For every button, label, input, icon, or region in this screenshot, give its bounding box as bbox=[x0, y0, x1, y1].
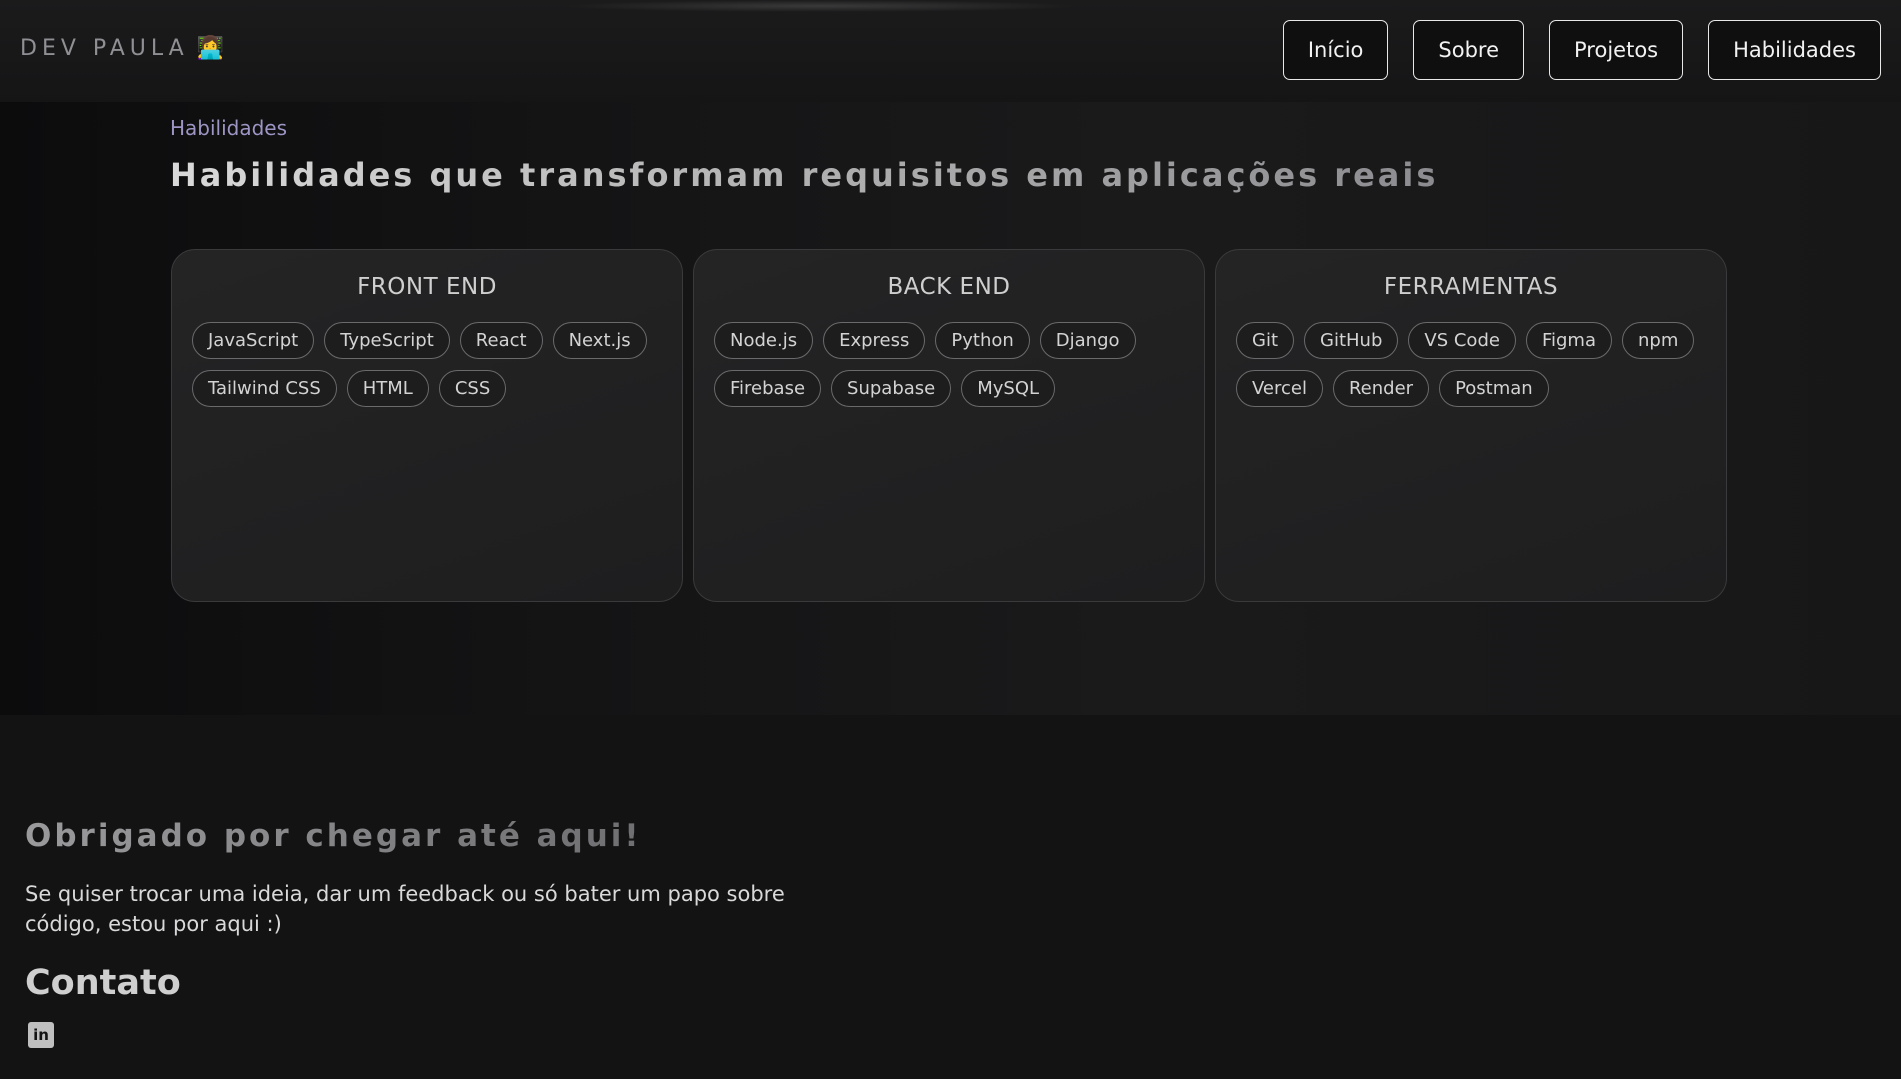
skill-tag: Express bbox=[823, 322, 926, 359]
header: DEV PAULA 👩‍💻 Início Sobre Projetos Habi… bbox=[0, 0, 1901, 102]
skill-tag: Supabase bbox=[831, 370, 952, 407]
skill-tag: TypeScript bbox=[324, 322, 450, 359]
skill-tag: Tailwind CSS bbox=[192, 370, 337, 407]
skill-tag: Firebase bbox=[714, 370, 822, 407]
skill-tag: Figma bbox=[1525, 322, 1612, 359]
skill-tag: JavaScript bbox=[192, 322, 315, 359]
skill-card-ferramentas: FERRAMENTAS Git GitHub VS Code Figma npm… bbox=[1215, 249, 1727, 602]
skill-card-back-end: BACK END Node.js Express Python Django F… bbox=[693, 249, 1205, 602]
tag-list: Node.js Express Python Django Firebase S… bbox=[714, 322, 1184, 407]
developer-emoji-icon: 👩‍💻 bbox=[196, 36, 225, 61]
skill-tag: VS Code bbox=[1408, 322, 1516, 359]
skill-tag: Django bbox=[1039, 322, 1136, 359]
section-label: Habilidades bbox=[170, 116, 288, 140]
tag-list: JavaScript TypeScript React Next.js Tail… bbox=[192, 322, 662, 407]
skill-tag: Render bbox=[1332, 370, 1430, 407]
linkedin-icon[interactable]: in bbox=[28, 1022, 54, 1048]
nav-sobre-button[interactable]: Sobre bbox=[1413, 20, 1525, 80]
skill-tag: HTML bbox=[346, 370, 429, 407]
footer: Obrigado por chegar até aqui! Se quiser … bbox=[0, 715, 1901, 1079]
skill-tag: Vercel bbox=[1236, 370, 1323, 407]
main-nav: Início Sobre Projetos Habilidades bbox=[1282, 20, 1881, 80]
contact-title: Contato bbox=[25, 963, 181, 1003]
nav-habilidades-button[interactable]: Habilidades bbox=[1708, 20, 1881, 80]
card-title: FRONT END bbox=[357, 274, 497, 300]
skill-tag: Next.js bbox=[552, 322, 647, 359]
skill-tag: CSS bbox=[438, 370, 507, 407]
tag-list: Git GitHub VS Code Figma npm Vercel Rend… bbox=[1236, 322, 1706, 407]
card-title: BACK END bbox=[887, 274, 1011, 300]
section-title: Habilidades que transformam requisitos e… bbox=[170, 156, 1439, 194]
brand-name: DEV PAULA bbox=[20, 36, 189, 61]
skill-tag: npm bbox=[1622, 322, 1695, 359]
footer-text: Se quiser trocar uma ideia, dar um feedb… bbox=[25, 882, 785, 936]
skill-tag: Postman bbox=[1439, 370, 1549, 407]
skill-tag: Python bbox=[935, 322, 1030, 359]
skill-tag: MySQL bbox=[961, 370, 1056, 407]
brand-logo[interactable]: DEV PAULA 👩‍💻 bbox=[20, 36, 224, 61]
skill-tag: Node.js bbox=[714, 322, 814, 359]
nav-projetos-button[interactable]: Projetos bbox=[1549, 20, 1684, 80]
card-title: FERRAMENTAS bbox=[1383, 274, 1559, 300]
footer-title: Obrigado por chegar até aqui! bbox=[25, 818, 642, 854]
skill-tag: Git bbox=[1236, 322, 1295, 359]
header-glow bbox=[560, 0, 1080, 12]
skill-tag: GitHub bbox=[1304, 322, 1399, 359]
nav-inicio-button[interactable]: Início bbox=[1282, 20, 1389, 80]
skill-tag: React bbox=[459, 322, 543, 359]
skills-cards: FRONT END JavaScript TypeScript React Ne… bbox=[171, 249, 1727, 602]
skill-card-front-end: FRONT END JavaScript TypeScript React Ne… bbox=[171, 249, 683, 602]
